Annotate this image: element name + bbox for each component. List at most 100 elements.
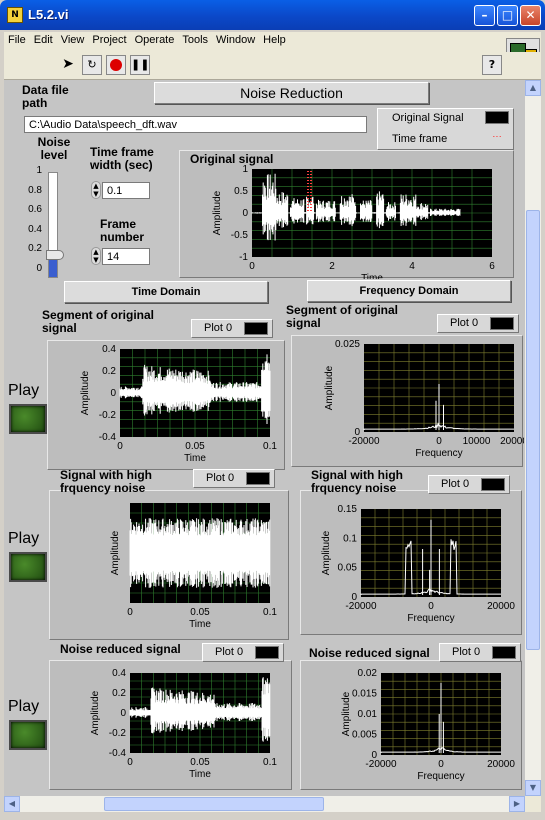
- legend-swatch[interactable]: [490, 317, 514, 330]
- y-tick-label: -0.2: [109, 728, 127, 739]
- legend-swatch[interactable]: [244, 322, 268, 335]
- frame-width-spinner[interactable]: ▲ ▼: [91, 181, 101, 199]
- plot-svg: 0 0.05 0.1 0.4 0.2 0 -0.2 -0.4 Time Amplitude: [80, 344, 277, 464]
- noise-level-label: Noise level: [37, 135, 71, 162]
- x-tick-label: -20000: [348, 436, 380, 447]
- plot-svg: -20000 0 200000.150.10.050FrequencyAmplitu…: [321, 504, 515, 624]
- menu-operate[interactable]: Operate: [131, 32, 179, 48]
- close-button[interactable]: ✕: [520, 5, 541, 26]
- y-tick-label: 0: [354, 427, 360, 438]
- x-tick-label: 20000: [487, 759, 515, 770]
- noise-tick-label: 0.4: [28, 223, 42, 235]
- legend-swatch[interactable]: [492, 646, 516, 659]
- graph-title: Noise reduced signal: [60, 642, 181, 656]
- scroll-right-icon[interactable]: ▶: [509, 796, 525, 812]
- x-tick-label: 0: [249, 261, 255, 272]
- tab-time-domain[interactable]: Time Domain: [64, 281, 268, 303]
- play-button-3[interactable]: [9, 720, 47, 750]
- frame-number-input[interactable]: 14: [102, 248, 150, 265]
- play-button-1[interactable]: [9, 404, 47, 434]
- noise-tick-label: 1: [36, 165, 42, 176]
- frame-width-input[interactable]: 0.1: [102, 182, 150, 199]
- x-tick-label: 0.1: [263, 441, 277, 452]
- scroll-up-icon[interactable]: ▲: [525, 80, 541, 96]
- x-tick-label: 0: [127, 757, 133, 768]
- menu-project[interactable]: Project: [88, 32, 130, 48]
- noise-slider-track[interactable]: [48, 172, 58, 278]
- y-tick-label: 0.2: [102, 366, 116, 377]
- run-arrow-icon[interactable]: ➤: [58, 55, 78, 75]
- y-tick-label: -0.4: [109, 748, 127, 759]
- pause-icon[interactable]: ❚❚: [130, 55, 150, 75]
- window-title-bar[interactable]: N L5.2.vi – □ ✕: [0, 0, 545, 30]
- legend-swatch[interactable]: [246, 472, 270, 485]
- x-tick-label: 10000: [463, 436, 491, 447]
- noise-scale: 1 0.8 0.6 0.4 0.2 0: [14, 165, 44, 280]
- graph-title: Segment of original signal: [42, 308, 155, 335]
- time-frame-swatch[interactable]: ⋅⋅⋅: [485, 132, 509, 145]
- plot-legend: Plot 0: [439, 643, 521, 662]
- graph-red_freq: Noise reduced signal Plot 0 -20000 0 20000 0.…: [300, 643, 522, 790]
- menu-tools[interactable]: Tools: [178, 32, 212, 48]
- x-tick-label: 0: [436, 436, 442, 447]
- y-tick-label: 0: [110, 388, 116, 399]
- frame-number-spinner[interactable]: ▲ ▼: [91, 247, 101, 265]
- tab-frequency-domain[interactable]: Frequency Domain: [307, 280, 511, 302]
- y-axis-label: Amplitude: [341, 691, 352, 736]
- noise-tick-label: 0: [36, 262, 42, 274]
- x-tick-label: 4: [409, 261, 415, 272]
- x-tick-label: 0.05: [190, 607, 210, 618]
- labview-vi-icon: N: [7, 7, 23, 23]
- y-tick-label: 0.5: [234, 186, 248, 197]
- x-tick-label: 0: [127, 607, 133, 618]
- play-button-2[interactable]: [9, 552, 47, 582]
- x-tick-label: 20000: [487, 601, 515, 612]
- menu-edit[interactable]: Edit: [30, 32, 57, 48]
- legend-label: Plot 0: [441, 478, 470, 490]
- legend-label: Plot 0: [215, 646, 244, 658]
- noise-slider-knob[interactable]: [46, 250, 64, 261]
- maximize-button[interactable]: □: [497, 5, 518, 26]
- legend-label: Plot 0: [204, 322, 233, 334]
- x-tick-label: 0.05: [190, 757, 210, 768]
- scroll-left-icon[interactable]: ◀: [4, 796, 20, 812]
- minimize-button[interactable]: –: [474, 5, 495, 26]
- y-tick-label: 0.1: [343, 533, 357, 544]
- menu-help[interactable]: Help: [259, 32, 290, 48]
- scroll-down-icon[interactable]: ▼: [525, 780, 541, 796]
- legend-label: Plot 0: [452, 646, 481, 658]
- legend-time-frame: Time frame: [392, 133, 448, 145]
- run-continuously-icon[interactable]: ↻: [82, 55, 102, 75]
- horizontal-scrollbar[interactable]: ◀ ▶: [4, 796, 525, 812]
- legend-swatch[interactable]: [255, 646, 279, 659]
- legend-swatch[interactable]: [481, 478, 505, 491]
- graph-title: Segment of original signal: [286, 303, 399, 330]
- horizontal-scroll-thumb[interactable]: [104, 797, 324, 811]
- graph-original: Original signal 0 2 4 6 1 0.5 0 -0.5 -1 Time Amplit…: [179, 150, 514, 279]
- x-axis-label: Time: [184, 453, 206, 464]
- menu-window[interactable]: Window: [212, 32, 259, 48]
- y-tick-label: 0.2: [112, 688, 126, 699]
- y-tick-label: 0: [242, 208, 248, 219]
- menu-bar: File Edit View Project Operate Tools Window Hel…: [4, 32, 541, 52]
- x-axis-label: Time: [189, 619, 211, 630]
- file-path-input[interactable]: C:\Audio Data\speech_dft.wav: [24, 116, 367, 133]
- scroll-corner: [525, 796, 541, 812]
- y-tick-label: 0.05: [338, 563, 358, 574]
- x-tick-label: 0: [438, 759, 444, 770]
- menu-view[interactable]: View: [57, 32, 89, 48]
- legend-original-signal: Original Signal: [392, 112, 464, 124]
- vertical-scrollbar[interactable]: ▲ ▼: [525, 80, 541, 796]
- noise-tick-label: 0.2: [28, 243, 42, 254]
- toolbar: ➤ ↻ ❚❚ ?: [4, 52, 541, 80]
- original-signal-swatch[interactable]: [485, 111, 509, 124]
- plot-legend: Plot 0: [191, 319, 273, 338]
- context-help-icon[interactable]: ?: [482, 55, 502, 75]
- graph-title: Noise reduced signal: [309, 646, 430, 660]
- y-tick-label: -0.5: [231, 230, 249, 241]
- legend-label: Plot 0: [206, 472, 235, 484]
- abort-icon[interactable]: [106, 55, 126, 75]
- menu-file[interactable]: File: [4, 32, 30, 48]
- vertical-scroll-thumb[interactable]: [526, 210, 540, 650]
- x-tick-label: 2: [329, 261, 335, 272]
